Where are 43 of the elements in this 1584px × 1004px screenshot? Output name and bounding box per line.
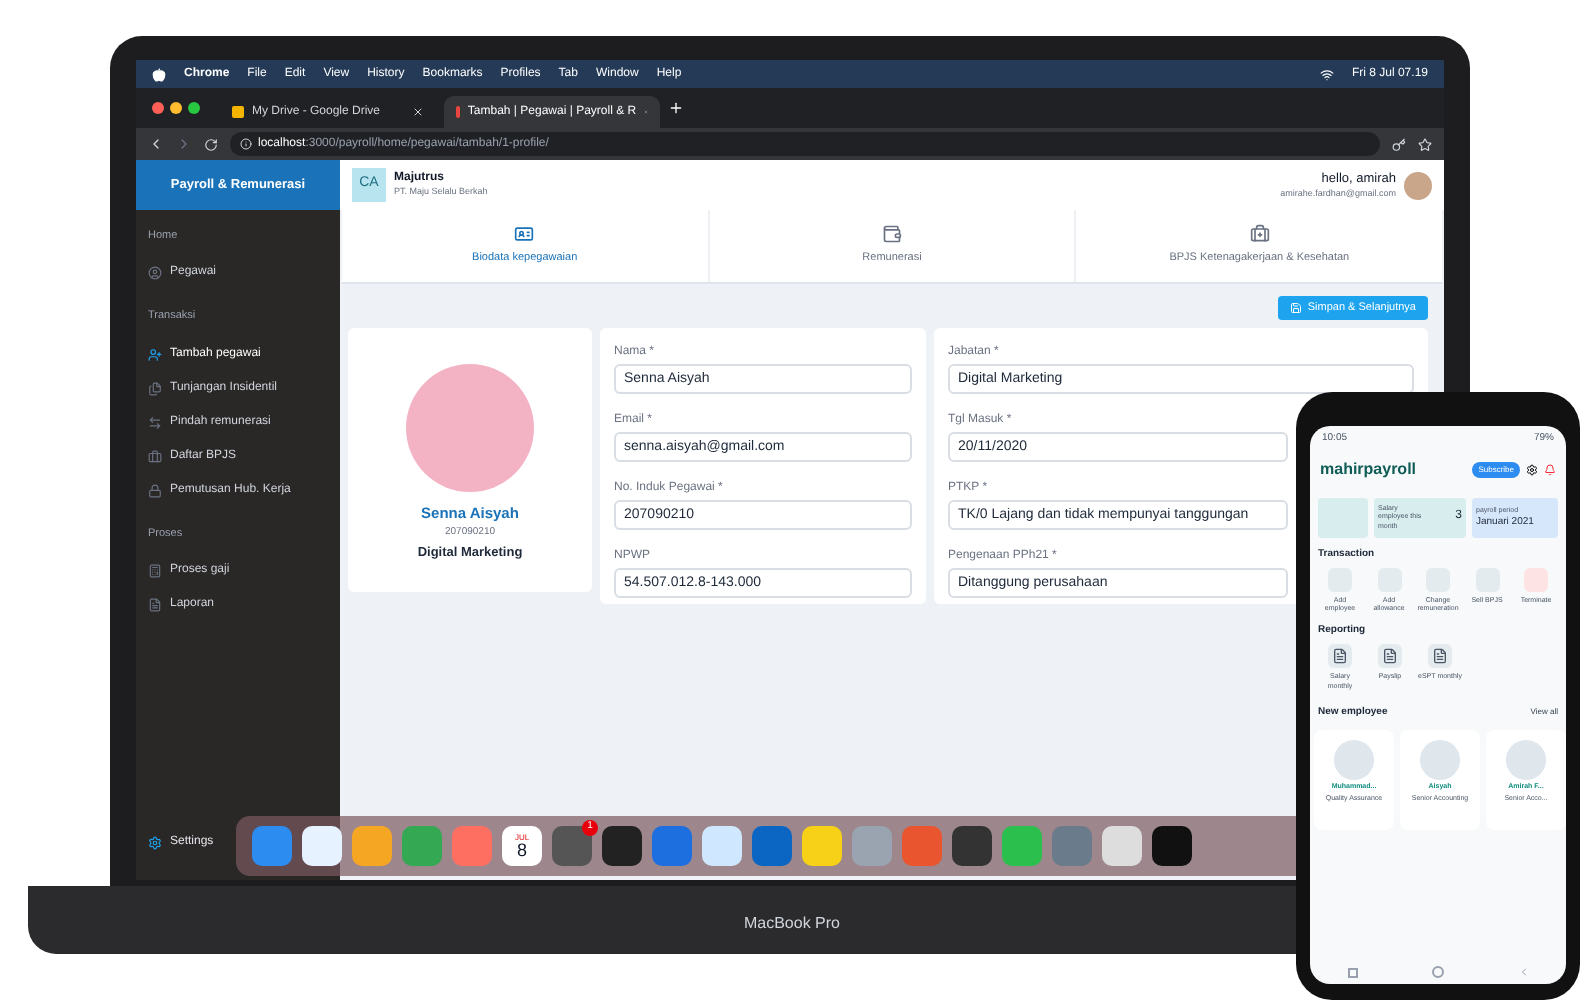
- document-icon: [1328, 644, 1352, 669]
- info-icon: [240, 138, 252, 150]
- user-avatar[interactable]: [1404, 171, 1432, 199]
- device-label: MacBook Pro: [743, 912, 841, 936]
- step-icon: [882, 224, 902, 245]
- sidebar-item-icon: [148, 347, 162, 361]
- calendar-day: 8: [516, 841, 527, 859]
- sidebar-item-icon: [148, 483, 162, 497]
- avatar-placeholder: [1420, 739, 1460, 779]
- key-icon[interactable]: [1392, 137, 1406, 151]
- dock-app-icon[interactable]: [1152, 826, 1192, 866]
- bookmark-icon[interactable]: [1418, 137, 1432, 151]
- back-icon[interactable]: [148, 136, 164, 152]
- stat-card: [1318, 497, 1368, 537]
- save-icon: [1289, 302, 1302, 314]
- avatar-placeholder: [1334, 739, 1374, 779]
- app-name: mahirpayroll: [1320, 457, 1419, 481]
- sidebar-item-icon: [148, 415, 162, 429]
- tab-favicon-icon: [232, 106, 244, 118]
- settings-icon: [148, 836, 162, 850]
- forward-icon[interactable]: [176, 136, 192, 152]
- sidebar-item-icon: [148, 449, 162, 463]
- step-icon: [1249, 224, 1270, 245]
- home-icon[interactable]: [1431, 966, 1443, 978]
- recent-apps-icon[interactable]: [1347, 967, 1357, 977]
- apple-logo-icon[interactable]: [152, 67, 166, 81]
- wifi-icon[interactable]: [1319, 67, 1334, 81]
- sidebar-item-icon: [148, 597, 162, 612]
- dock-app-icon[interactable]: [602, 826, 642, 866]
- reload-icon[interactable]: [204, 137, 218, 151]
- sidebar-item-icon: [148, 266, 162, 281]
- bell-icon[interactable]: [1544, 463, 1556, 475]
- document-icon: [1428, 644, 1452, 669]
- new-tab-icon[interactable]: [668, 100, 684, 116]
- step-icon: [514, 224, 535, 245]
- dock-app-icon[interactable]: [952, 826, 992, 866]
- sidebar-item-icon: [148, 381, 162, 395]
- sidebar-item-icon: [148, 563, 162, 578]
- avatar-placeholder: [1506, 739, 1546, 779]
- close-icon[interactable]: [412, 106, 424, 118]
- settings-icon[interactable]: [1526, 463, 1538, 475]
- dock-app-icon[interactable]: [302, 826, 342, 866]
- document-icon: [1378, 644, 1402, 669]
